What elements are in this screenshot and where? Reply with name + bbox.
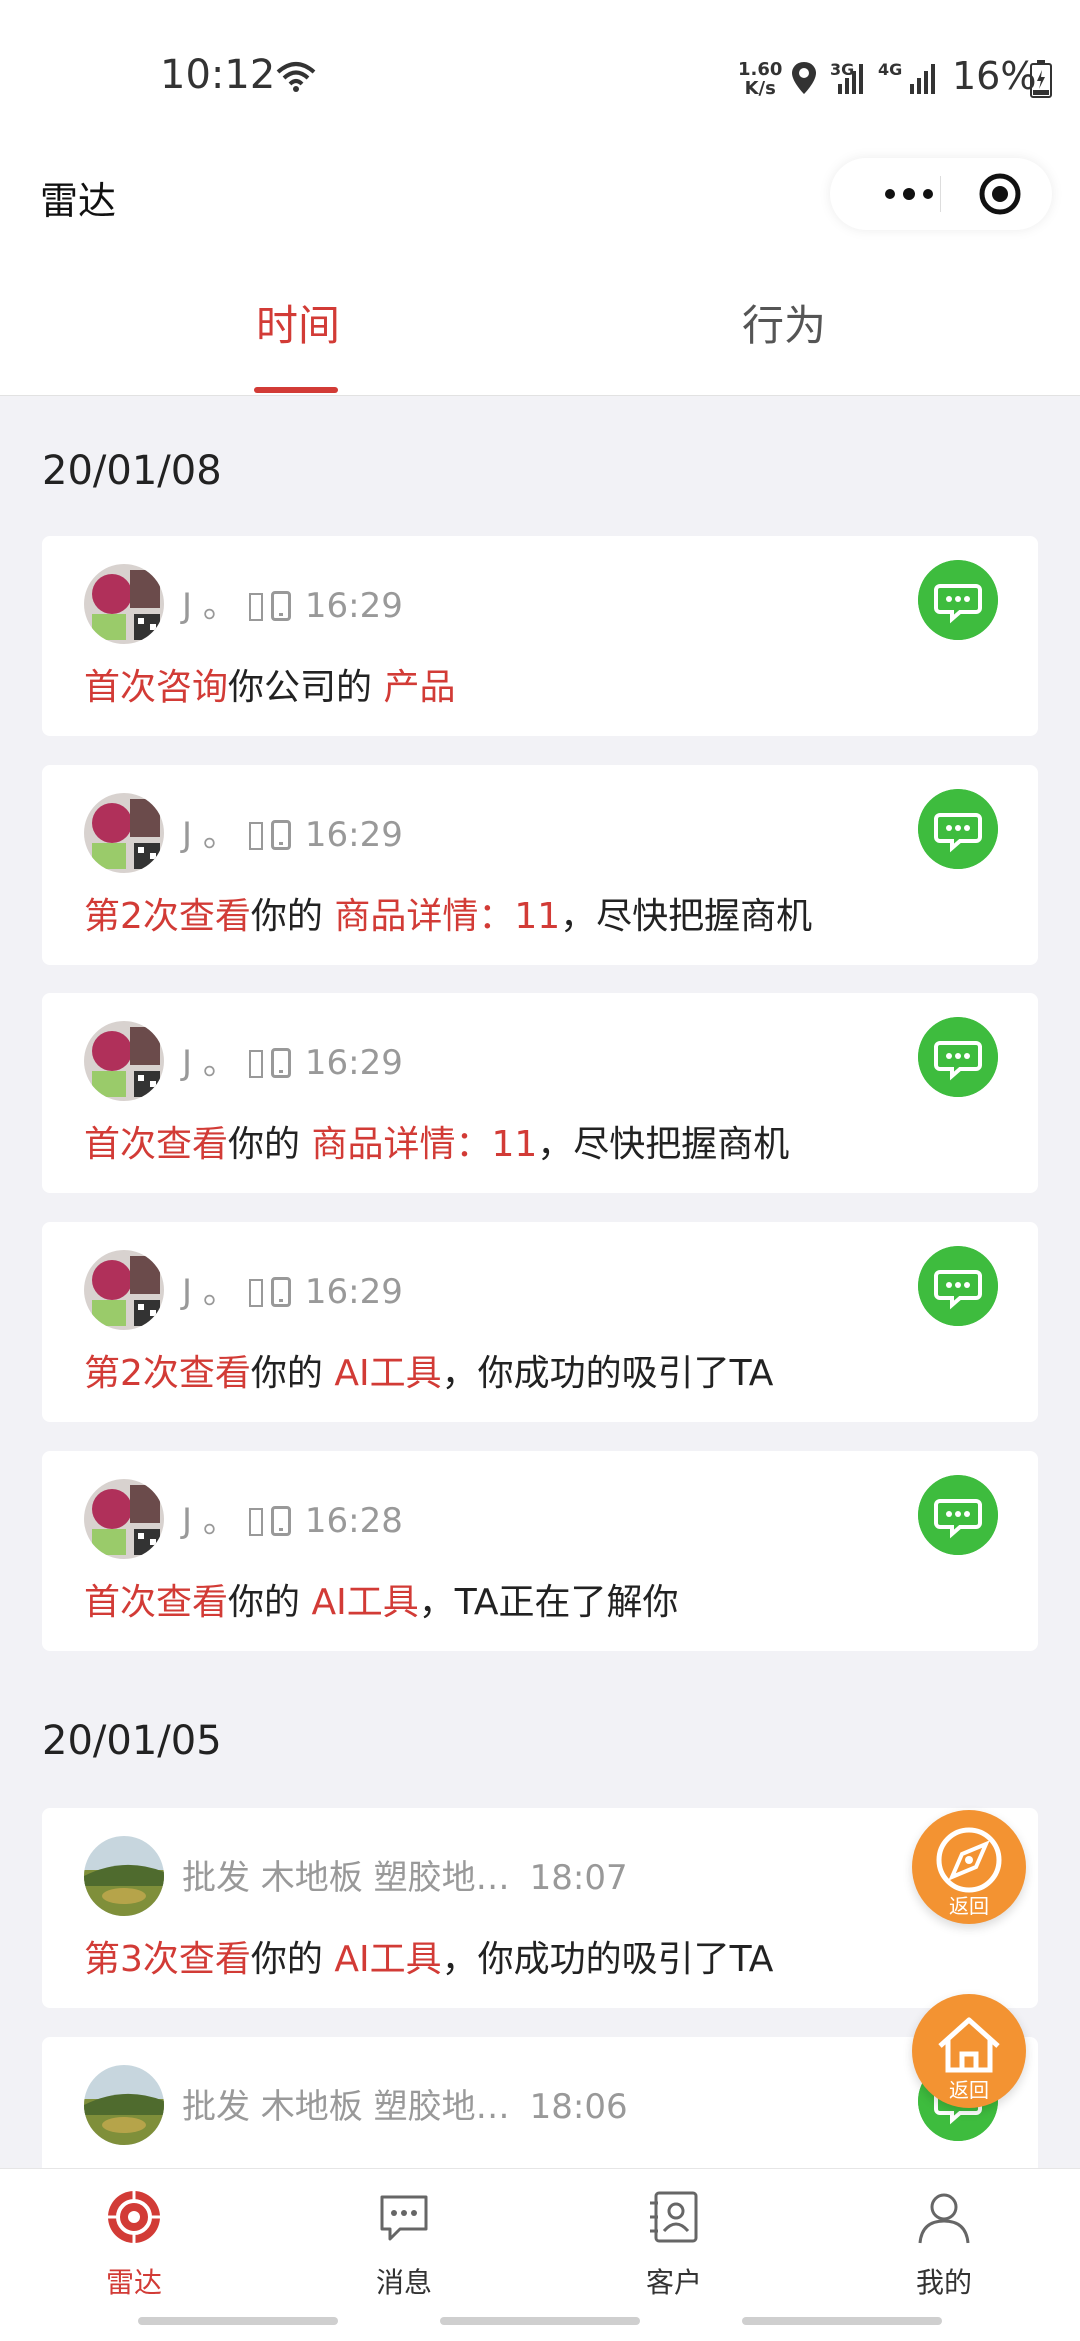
wifi-icon (276, 62, 316, 92)
visitor-name: 批发 木地板 塑胶地… (182, 1858, 510, 1898)
activity-card[interactable]: J 。 16:29 首次咨询你公司的 产品 (42, 536, 1038, 736)
activity-text: 首次咨询你公司的 产品 (84, 667, 456, 708)
visit-time: 16:29 (304, 1043, 403, 1083)
phone-icon (270, 820, 291, 850)
visitor-meta: J 。 16:29 (182, 807, 403, 856)
bottom-nav: 雷达 消息 客户 我的 (0, 2168, 1080, 2341)
phone-icon (270, 1277, 291, 1307)
visitor-meta: J 。 16:29 (182, 1035, 403, 1084)
avatar (84, 1021, 164, 1101)
location-icon (792, 62, 816, 94)
bottom-nav-label: 雷达 (105, 2266, 162, 2299)
page-title: 雷达 (40, 179, 117, 223)
signal-icon (910, 64, 935, 94)
bottom-nav-label: 客户 (645, 2266, 702, 2299)
chat-bubble-icon[interactable] (918, 1017, 998, 1097)
phone-icon (270, 1048, 291, 1078)
activity-text: 首次查看你的 商品详情：11，尽快把握商机 (84, 1124, 790, 1165)
visit-time: 16:29 (304, 1272, 403, 1312)
status-bar: 10:12 1.60 K/s 3G 4G 16% (0, 0, 1080, 150)
contacts-icon (650, 2191, 698, 2243)
activity-card[interactable]: 批发 木地板 塑胶地… 18:07 第3次查看你的 AI工具，你成功的吸引了TA (42, 1808, 1038, 2008)
more-icon[interactable] (874, 158, 944, 230)
avatar (84, 564, 164, 644)
activity-card[interactable]: J 。 16:29 第2次查看你的 AI工具，你成功的吸引了TA (42, 1222, 1038, 1422)
phone-icon (270, 591, 291, 621)
visitor-meta: J 。 16:28 (182, 1493, 403, 1542)
activity-card[interactable]: J 。 16:28 首次查看你的 AI工具，TA正在了解你 (42, 1451, 1038, 1651)
visit-time: 16:28 (304, 1501, 403, 1541)
return-fab-home[interactable]: 返回 (912, 1994, 1026, 2108)
gesture-bar (742, 2317, 942, 2325)
tab-bar: 时间 行为 (0, 250, 1080, 396)
visitor-name: J 。 (182, 586, 237, 626)
bottom-nav-label: 我的 (915, 2266, 972, 2299)
activity-text: 首次查看你的 AI工具，TA正在了解你 (84, 1582, 679, 1623)
unknown-glyph-icon (248, 1050, 263, 1078)
fab-label: 返回 (949, 1894, 989, 1918)
person-icon (918, 2193, 970, 2244)
visitor-name: J 。 (182, 1272, 237, 1312)
chat-bubble-icon[interactable] (918, 789, 998, 869)
signal-icon (838, 64, 863, 94)
visitor-name: 批发 木地板 塑胶地… (182, 2087, 510, 2127)
battery-percent: 16% (952, 54, 1037, 98)
unknown-glyph-icon (248, 593, 263, 621)
avatar (84, 1836, 164, 1916)
activity-card[interactable]: J 。 16:29 第2次查看你的 商品详情：11，尽快把握商机 (42, 765, 1038, 965)
avatar (84, 1479, 164, 1559)
message-icon (380, 2195, 428, 2241)
capsule-divider (940, 176, 941, 212)
avatar (84, 793, 164, 873)
visitor-name: J 。 (182, 1501, 237, 1541)
net-speed: 1.60 K/s (738, 59, 783, 99)
close-target-icon[interactable] (978, 172, 1022, 216)
tab-behavior[interactable]: 行为 (742, 292, 826, 353)
visitor-name: J 。 (182, 815, 237, 855)
chat-bubble-icon[interactable] (918, 1246, 998, 1326)
battery-icon (1030, 60, 1052, 98)
activity-text: 第3次查看你的 AI工具，你成功的吸引了TA (84, 1939, 774, 1980)
bottom-nav-radar[interactable]: 雷达 (64, 2189, 204, 2301)
chat-bubble-icon[interactable] (918, 1475, 998, 1555)
unknown-glyph-icon (248, 1279, 263, 1307)
bottom-nav-messages[interactable]: 消息 (334, 2189, 474, 2301)
nav-bar: 雷达 (0, 150, 1080, 250)
gesture-bar (440, 2317, 640, 2325)
visit-time: 16:29 (304, 815, 403, 855)
visitor-meta: 批发 木地板 塑胶地… 18:06 (182, 2079, 628, 2128)
activity-text: 第2次查看你的 AI工具，你成功的吸引了TA (84, 1353, 774, 1394)
bottom-nav-me[interactable]: 我的 (874, 2189, 1014, 2301)
visitor-meta: 批发 木地板 塑胶地… 18:07 (182, 1850, 628, 1899)
fab-label: 返回 (949, 2078, 989, 2102)
radar-icon (108, 2191, 160, 2243)
tab-time[interactable]: 时间 (256, 292, 340, 353)
activity-text: 第2次查看你的 商品详情：11，尽快把握商机 (84, 896, 813, 937)
unknown-glyph-icon (248, 1508, 263, 1536)
active-tab-indicator (254, 387, 338, 393)
visitor-name: J 。 (182, 1043, 237, 1083)
visit-time: 16:29 (304, 586, 403, 626)
network-type-4g: 4G (878, 60, 903, 79)
date-header: 20/01/05 (42, 1718, 222, 1764)
date-header: 20/01/08 (42, 448, 222, 494)
chat-bubble-icon[interactable] (918, 560, 998, 640)
visitor-meta: J 。 16:29 (182, 578, 403, 627)
return-fab-compass[interactable]: 返回 (912, 1810, 1026, 1924)
bottom-nav-label: 消息 (375, 2266, 432, 2299)
visit-time: 18:07 (529, 1858, 628, 1898)
unknown-glyph-icon (248, 822, 263, 850)
status-time: 10:12 (160, 52, 276, 98)
visit-time: 18:06 (529, 2087, 628, 2127)
gesture-bar (138, 2317, 338, 2325)
avatar (84, 2065, 164, 2145)
avatar (84, 1250, 164, 1330)
activity-card[interactable]: J 。 16:29 首次查看你的 商品详情：11，尽快把握商机 (42, 993, 1038, 1193)
phone-icon (270, 1506, 291, 1536)
visitor-meta: J 。 16:29 (182, 1264, 403, 1313)
miniprogram-capsule (830, 158, 1052, 230)
bottom-nav-customers[interactable]: 客户 (604, 2189, 744, 2301)
